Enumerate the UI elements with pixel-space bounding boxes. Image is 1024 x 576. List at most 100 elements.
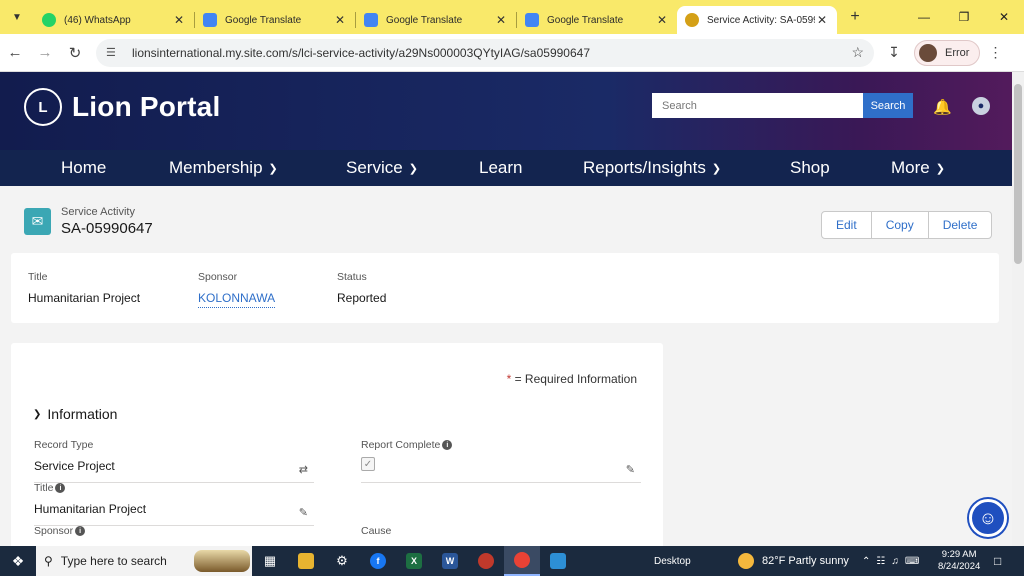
window-controls: — ❐ ✕: [904, 0, 1024, 34]
edit-button[interactable]: Edit: [822, 212, 872, 238]
taskbar-search-box[interactable]: ⚲ Type here to search: [36, 546, 252, 576]
settings-gear-icon[interactable]: ⚙: [324, 546, 360, 576]
notification-center-icon[interactable]: □: [994, 554, 1001, 568]
nav-learn[interactable]: Learn: [479, 158, 522, 178]
pencil-edit-icon[interactable]: ✎: [299, 506, 308, 519]
nav-home[interactable]: Home: [61, 158, 106, 178]
facebook-icon[interactable]: f: [360, 546, 396, 576]
browser-tab-whatsapp[interactable]: (46) WhatsApp ✕: [34, 6, 194, 34]
portal-search-button[interactable]: Search: [863, 93, 913, 118]
accessibility-widget-icon[interactable]: ☺: [969, 499, 1007, 537]
pencil-edit-icon[interactable]: ✎: [626, 463, 635, 476]
delete-button[interactable]: Delete: [929, 212, 992, 238]
download-icon[interactable]: ↧: [874, 44, 914, 61]
nav-membership[interactable]: Membership ❯: [169, 158, 278, 178]
report-complete-checkbox: ✓: [361, 457, 375, 471]
weather-widget[interactable]: 82°F Partly sunny: [738, 553, 849, 569]
word-icon[interactable]: W: [432, 546, 468, 576]
reload-icon[interactable]: ↻: [60, 44, 90, 62]
system-tray-icons[interactable]: ⌃☷♫⌨: [862, 556, 925, 567]
address-bar[interactable]: ☰ lionsinternational.my.site.com/s/lci-s…: [96, 38, 874, 67]
nav-label: Learn: [479, 158, 523, 177]
profile-button[interactable]: Error: [914, 39, 981, 66]
field-label: Sponsor i: [34, 525, 314, 537]
whatsapp-favicon-icon: [42, 13, 56, 27]
nav-more[interactable]: More ❯: [891, 158, 945, 178]
section-title: Information: [47, 406, 118, 422]
field-label: Record Type: [34, 439, 94, 451]
photos-app-icon[interactable]: [540, 546, 576, 576]
search-highlight-image: [194, 550, 250, 572]
close-window-icon[interactable]: ✕: [984, 10, 1024, 24]
highlight-status: Status Reported: [337, 271, 386, 305]
nav-service[interactable]: Service ❯: [346, 158, 418, 178]
desktop-toolbar-label[interactable]: Desktop: [654, 556, 691, 567]
close-tab-icon[interactable]: ✕: [655, 13, 669, 27]
clock-time: 9:29 AM: [941, 549, 977, 560]
info-icon[interactable]: i: [75, 526, 86, 536]
tab-search-chevron-icon[interactable]: ▼: [4, 4, 30, 30]
google-translate-favicon-icon: [525, 13, 539, 27]
field-value: Service Project: [34, 459, 115, 473]
highlight-title: Title Humanitarian Project: [28, 271, 140, 305]
tab-title: (46) WhatsApp: [64, 14, 131, 26]
tab-title: Service Activity: SA-0599: [707, 14, 815, 26]
field-label-text: Title: [34, 482, 54, 494]
scrollbar-thumb[interactable]: [1014, 84, 1022, 264]
restore-icon[interactable]: ❐: [944, 10, 984, 24]
browser-tab-translate-2[interactable]: Google Translate ✕: [356, 6, 516, 34]
bookmark-star-icon[interactable]: ☆: [851, 44, 864, 61]
chevron-down-icon: ❯: [935, 162, 945, 175]
minimize-icon[interactable]: —: [904, 10, 944, 24]
info-icon[interactable]: i: [442, 440, 453, 450]
profile-avatar: [919, 43, 937, 62]
nav-label: Shop: [790, 158, 830, 177]
close-tab-icon[interactable]: ✕: [815, 13, 829, 27]
browser-tab-bar: ▼ (46) WhatsApp ✕ Google Translate ✕ Goo…: [0, 0, 1024, 34]
change-record-type-icon[interactable]: ⇄: [299, 463, 308, 476]
lions-emblem-icon: L: [24, 88, 62, 126]
field-label-text: Report Complete: [361, 439, 441, 451]
information-section-header[interactable]: ❯ Information: [33, 406, 117, 422]
taskbar-clock[interactable]: 9:29 AM 8/24/2024: [938, 549, 980, 573]
media-app-icon[interactable]: [468, 546, 504, 576]
browser-tab-translate-1[interactable]: Google Translate ✕: [195, 6, 355, 34]
chrome-icon[interactable]: [504, 546, 540, 576]
excel-icon[interactable]: X: [396, 546, 432, 576]
new-tab-plus-icon[interactable]: +: [843, 5, 867, 29]
browser-tab-translate-3[interactable]: Google Translate ✕: [517, 6, 677, 34]
nav-shop[interactable]: Shop: [790, 158, 830, 178]
user-avatar-icon[interactable]: ●: [972, 97, 990, 115]
close-tab-icon[interactable]: ✕: [172, 13, 186, 27]
windows-start-icon[interactable]: ❖: [0, 553, 36, 570]
required-info-note: * = Required Information: [507, 372, 637, 386]
notifications-bell-icon[interactable]: 🔔: [933, 98, 952, 116]
portal-search-input[interactable]: [652, 93, 863, 118]
sponsor-link[interactable]: KOLONNAWA: [198, 291, 276, 308]
close-tab-icon[interactable]: ✕: [333, 13, 347, 27]
partly-sunny-icon: [738, 553, 754, 569]
page-scrollbar[interactable]: [1012, 72, 1024, 546]
browser-tab-service-activity[interactable]: Service Activity: SA-0599 ✕: [677, 6, 837, 34]
nav-reports-insights[interactable]: Reports/Insights ❯: [583, 158, 721, 178]
info-icon[interactable]: i: [55, 483, 66, 493]
task-view-icon[interactable]: ▦: [252, 546, 288, 576]
portal-header: L Lion Portal Search 🔔 ●: [0, 72, 1012, 150]
site-info-icon[interactable]: ☰: [106, 46, 122, 59]
highlight-label: Title: [28, 271, 48, 283]
close-tab-icon[interactable]: ✕: [494, 13, 508, 27]
nav-label: Membership: [169, 158, 263, 177]
forward-arrow-icon[interactable]: →: [30, 44, 60, 61]
back-arrow-icon[interactable]: ←: [0, 44, 30, 61]
portal-brand-name: Lion Portal: [72, 91, 221, 122]
field-label: Report Complete i: [361, 439, 641, 451]
detail-panel: * = Required Information ❯ Information R…: [11, 343, 663, 563]
url-text[interactable]: lionsinternational.my.site.com/s/lci-ser…: [132, 46, 851, 60]
record-name: SA-05990647: [61, 220, 153, 237]
browser-menu-icon[interactable]: ⋮: [980, 44, 1010, 61]
copy-button[interactable]: Copy: [872, 212, 929, 238]
taskbar-search-placeholder: Type here to search: [60, 554, 167, 568]
file-explorer-icon[interactable]: [288, 546, 324, 576]
portal-logo[interactable]: L Lion Portal: [24, 88, 220, 126]
field-label-text: Sponsor: [34, 525, 74, 537]
